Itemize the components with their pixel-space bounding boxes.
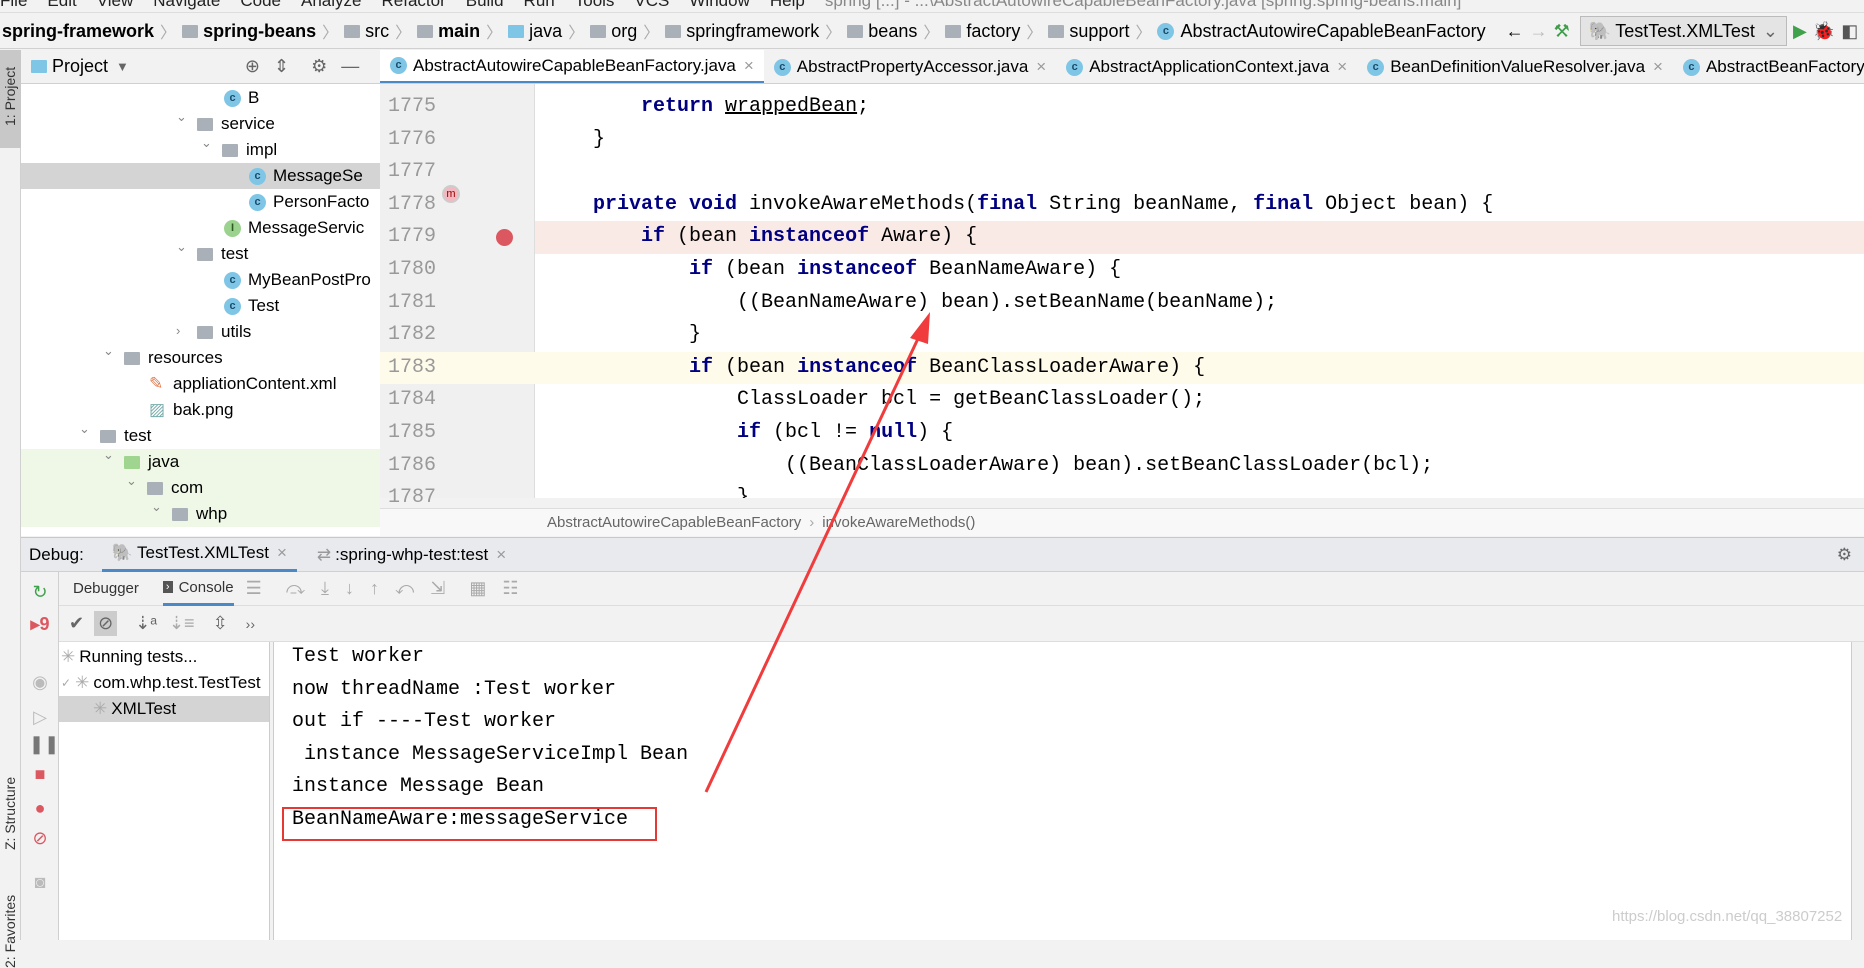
annotation-arrow [704, 312, 930, 793]
watermark: https://blog.csdn.net/qq_38807252 [1612, 908, 1843, 925]
